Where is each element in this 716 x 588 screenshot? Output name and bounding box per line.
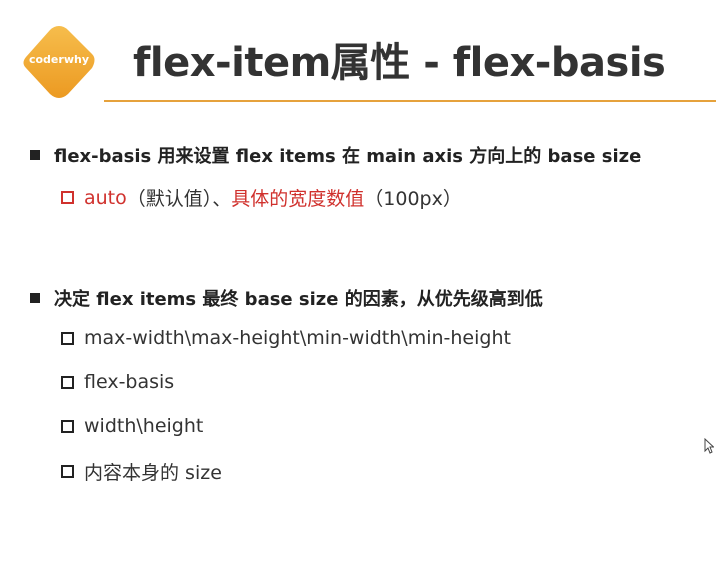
bullet-square-icon — [30, 293, 40, 303]
list-item: flex-basis — [61, 371, 174, 393]
list-item-text: width\height — [84, 415, 204, 437]
coderwhy-logo: coderwhy — [18, 22, 100, 104]
value-specific-width: 具体的宽度数值 — [231, 188, 365, 210]
slide: coderwhy flex-item属性 - flex-basis flex-b… — [0, 0, 716, 588]
bullet-flex-basis-definition: flex-basis 用来设置 flex items 在 main axis 方… — [30, 142, 641, 168]
list-item: width\height — [61, 415, 203, 437]
list-item-text: max-width\max-height\min-width\min-heigh… — [84, 327, 511, 349]
value-example: （100px） — [364, 188, 462, 210]
sub-bullet-square-icon — [61, 465, 74, 478]
value-default-note: （默认值）、 — [126, 188, 232, 210]
mouse-cursor-icon — [704, 437, 715, 458]
bullet-text: 决定 flex items 最终 base size 的因素，从优先级高到低 — [54, 289, 543, 310]
bullet-square-icon — [30, 150, 40, 160]
list-item: max-width\max-height\min-width\min-heigh… — [61, 327, 511, 349]
sub-bullet-values: auto （默认值）、 具体的宽度数值 （100px） — [61, 184, 462, 211]
list-item: 内容本身的 size — [61, 458, 222, 485]
title-underline — [104, 100, 716, 102]
sub-bullet-square-icon — [61, 419, 74, 433]
value-auto: auto — [84, 186, 127, 209]
slide-title: flex-item属性 - flex-basis — [133, 40, 666, 86]
sub-bullet-square-icon — [61, 191, 74, 204]
list-item-text: flex-basis — [84, 371, 175, 393]
logo-text: coderwhy — [28, 53, 89, 66]
list-item-text: 内容本身的 size — [84, 462, 222, 484]
bullet-text: flex-basis 用来设置 flex items 在 main axis 方… — [54, 146, 642, 167]
sub-bullet-square-icon — [61, 331, 74, 345]
bullet-base-size-factors: 决定 flex items 最终 base size 的因素，从优先级高到低 — [30, 285, 543, 311]
sub-bullet-square-icon — [61, 375, 74, 389]
